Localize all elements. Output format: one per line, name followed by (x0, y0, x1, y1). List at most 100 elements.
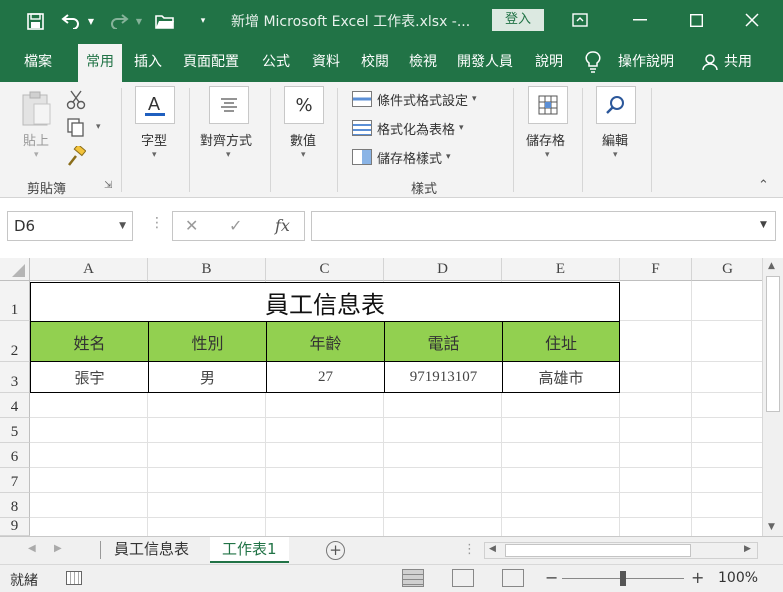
row-header-1[interactable]: 1 (0, 281, 30, 321)
worksheet-grid[interactable]: A B C D E F G 1 2 3 4 5 6 7 8 9 員工信息表 姓名… (0, 258, 762, 536)
row-header-5[interactable]: 5 (0, 418, 30, 443)
cells-dropdown-icon[interactable]: ▾ (545, 150, 550, 160)
horizontal-scroll-thumb[interactable] (505, 544, 691, 557)
tab-formulas[interactable]: 公式 (262, 42, 290, 82)
data-cell-phone[interactable]: 971913107 (384, 361, 503, 393)
header-cell-name[interactable]: 姓名 (30, 321, 149, 362)
share-icon[interactable] (702, 42, 718, 82)
header-cell-phone[interactable]: 電話 (384, 321, 503, 362)
page-layout-view-icon[interactable] (452, 569, 474, 587)
data-cell-name[interactable]: 張宇 (30, 361, 149, 393)
tab-insert[interactable]: 插入 (134, 42, 162, 82)
tab-home[interactable]: 常用 (78, 44, 122, 82)
formula-input[interactable] (311, 211, 776, 241)
header-cell-age[interactable]: 年齡 (266, 321, 385, 362)
undo-icon[interactable] (58, 8, 84, 34)
cancel-icon[interactable]: ✕ (185, 216, 198, 235)
expand-formula-icon[interactable]: ▼ (760, 220, 767, 230)
cells-button[interactable]: 儲存格 (526, 130, 565, 149)
alignment-dropdown-icon[interactable]: ▾ (226, 150, 231, 160)
font-icon[interactable]: A (135, 86, 175, 124)
enter-icon[interactable]: ✓ (229, 216, 242, 235)
tab-page-layout[interactable]: 頁面配置 (183, 42, 239, 82)
copy-icon[interactable] (66, 118, 86, 142)
scroll-up-icon[interactable]: ▲ (768, 261, 775, 271)
tab-review[interactable]: 校閱 (361, 42, 389, 82)
tab-view[interactable]: 檢視 (409, 42, 437, 82)
data-cell-gender[interactable]: 男 (148, 361, 267, 393)
undo-dropdown-icon[interactable]: ▼ (84, 8, 98, 34)
column-header-g[interactable]: G (692, 258, 762, 281)
save-icon[interactable] (22, 8, 48, 34)
cut-icon[interactable] (66, 90, 86, 114)
number-dropdown-icon[interactable]: ▾ (301, 150, 306, 160)
search-icon[interactable] (596, 86, 636, 124)
name-box[interactable]: D6 ▼ (7, 211, 133, 241)
copy-dropdown-icon[interactable]: ▾ (96, 122, 101, 132)
normal-view-icon[interactable] (402, 569, 424, 587)
column-header-c[interactable]: C (266, 258, 384, 281)
alignment-icon[interactable] (209, 86, 249, 124)
tab-developer[interactable]: 開發人員 (457, 42, 513, 82)
tab-tell-me[interactable]: 操作說明 (618, 42, 674, 82)
tab-split-handle-icon[interactable]: ⋮ (463, 542, 476, 557)
row-header-6[interactable]: 6 (0, 443, 30, 468)
zoom-out-icon[interactable]: − (545, 568, 558, 587)
paste-button[interactable]: 貼上 (23, 130, 49, 149)
scroll-down-icon[interactable]: ▼ (768, 522, 775, 532)
column-header-d[interactable]: D (384, 258, 502, 281)
row-header-2[interactable]: 2 (0, 321, 30, 362)
login-button[interactable]: 登入 (492, 9, 544, 31)
sheet-prev-icon[interactable]: ◀ (28, 543, 36, 554)
page-break-view-icon[interactable] (502, 569, 524, 587)
select-all-corner[interactable] (0, 258, 30, 281)
customize-icon[interactable]: ▾ (190, 8, 216, 34)
formula-bar-handle-icon[interactable]: ⋮ (150, 215, 164, 231)
number-button[interactable]: 數值 (290, 130, 316, 149)
tell-me-icon[interactable] (585, 42, 601, 82)
vertical-scrollbar[interactable]: ▲ ▼ (762, 258, 783, 536)
table-title-cell[interactable]: 員工信息表 (30, 282, 620, 321)
column-header-e[interactable]: E (502, 258, 620, 281)
horizontal-scrollbar[interactable]: ◀ ▶ (484, 542, 758, 559)
row-header-8[interactable]: 8 (0, 493, 30, 518)
format-painter-icon[interactable] (66, 143, 87, 170)
name-box-dropdown-icon[interactable]: ▼ (119, 212, 126, 240)
column-header-b[interactable]: B (148, 258, 266, 281)
zoom-in-icon[interactable]: + (691, 568, 704, 587)
row-header-9[interactable]: 9 (0, 518, 30, 536)
data-cell-age[interactable]: 27 (266, 361, 385, 393)
add-sheet-icon[interactable]: + (326, 541, 345, 560)
collapse-ribbon-icon[interactable]: ⌃ (758, 178, 769, 193)
editing-dropdown-icon[interactable]: ▾ (613, 150, 618, 160)
redo-icon[interactable] (106, 8, 132, 34)
redo-dropdown-icon[interactable]: ▼ (132, 8, 146, 34)
minimize-icon[interactable] (620, 6, 660, 34)
font-button[interactable]: 字型 (141, 130, 167, 149)
open-folder-icon[interactable] (152, 8, 178, 34)
macro-record-icon[interactable] (66, 571, 82, 585)
vertical-scroll-thumb[interactable] (766, 276, 780, 412)
font-dropdown-icon[interactable]: ▾ (152, 150, 157, 160)
editing-button[interactable]: 編輯 (602, 130, 628, 149)
sheet-next-icon[interactable]: ▶ (54, 543, 62, 554)
column-header-f[interactable]: F (620, 258, 692, 281)
maximize-icon[interactable] (676, 6, 716, 34)
sheet-tab-employee[interactable]: 員工信息表 (102, 537, 201, 563)
format-as-table-button[interactable]: 格式化為表格 ▾ (352, 117, 464, 139)
conditional-formatting-button[interactable]: 條件式格式設定 ▾ (352, 88, 477, 110)
header-cell-address[interactable]: 住址 (502, 321, 620, 362)
cell-styles-button[interactable]: 儲存格樣式 ▾ (352, 146, 451, 168)
tab-data[interactable]: 資料 (312, 42, 340, 82)
row-header-7[interactable]: 7 (0, 468, 30, 493)
data-cell-address[interactable]: 高雄市 (502, 361, 620, 393)
tab-help[interactable]: 說明 (535, 42, 563, 82)
paste-icon[interactable] (20, 90, 54, 128)
paste-dropdown-icon[interactable]: ▾ (34, 150, 39, 160)
ribbon-display-icon[interactable] (560, 6, 600, 34)
clipboard-launcher-icon[interactable]: ⇲ (104, 180, 112, 191)
close-icon[interactable] (732, 6, 772, 34)
scroll-right-icon[interactable]: ▶ (744, 544, 751, 554)
cells-icon[interactable] (528, 86, 568, 124)
tab-share[interactable]: 共用 (724, 42, 752, 82)
